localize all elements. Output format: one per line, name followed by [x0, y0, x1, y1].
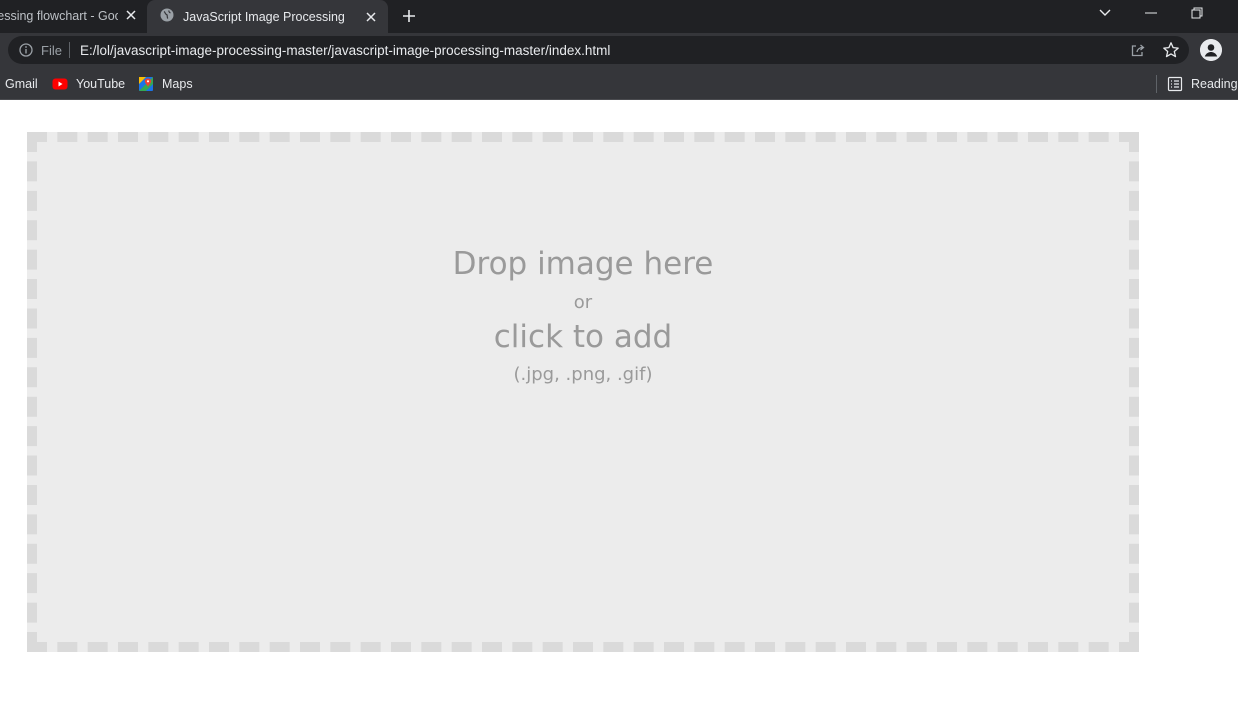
tab-javascript-image-processing[interactable]: JavaScript Image Processing — [147, 0, 388, 33]
reading-list-label: Reading list — [1191, 77, 1238, 91]
reading-list-icon — [1167, 76, 1183, 92]
maps-icon — [138, 76, 154, 92]
bookmark-star-icon[interactable] — [1162, 41, 1180, 59]
scheme-label: File — [41, 43, 62, 58]
bookmarks-divider — [1156, 75, 1157, 93]
image-dropzone[interactable]: Drop image here or click to add (.jpg, .… — [27, 132, 1139, 652]
close-tab-icon[interactable] — [123, 7, 139, 23]
tab-flowchart[interactable]: cessing flowchart - Goo — [0, 0, 147, 31]
new-tab-icon[interactable] — [398, 5, 420, 27]
reading-list-button[interactable]: Reading list — [1167, 74, 1238, 94]
tab-strip: cessing flowchart - Goo JavaScript Image… — [0, 0, 1238, 33]
browser-toolbar: File E:/lol/javascript-image-processing-… — [0, 33, 1238, 68]
drop-instruction: Drop image here — [452, 246, 714, 282]
tab-search-chevron-icon[interactable] — [1094, 2, 1116, 24]
profile-avatar-icon[interactable] — [1200, 39, 1222, 61]
bookmark-label: Maps — [162, 77, 193, 91]
share-icon[interactable] — [1130, 42, 1146, 58]
bookmark-gmail[interactable]: Gmail — [5, 74, 38, 94]
url-text[interactable]: E:/lol/javascript-image-processing-maste… — [80, 43, 610, 58]
bookmark-label: Gmail — [5, 77, 38, 91]
bookmark-maps[interactable]: Maps — [138, 74, 193, 94]
address-bar[interactable]: File E:/lol/javascript-image-processing-… — [8, 36, 1189, 64]
tab-title: cessing flowchart - Goo — [0, 8, 118, 23]
globe-icon — [160, 8, 174, 22]
accepted-formats-text: (.jpg, .png, .gif) — [513, 364, 653, 385]
youtube-icon — [52, 76, 68, 92]
click-to-add-text: click to add — [493, 319, 673, 355]
page-content: Drop image here or click to add (.jpg, .… — [0, 101, 1238, 703]
restore-icon[interactable] — [1186, 2, 1208, 24]
bookmark-youtube[interactable]: YouTube — [52, 74, 125, 94]
bookmark-label: YouTube — [76, 77, 126, 91]
minimize-icon[interactable] — [1140, 2, 1162, 24]
drop-or-text: or — [573, 292, 593, 313]
tab-title: JavaScript Image Processing — [183, 9, 345, 24]
address-divider — [69, 42, 70, 58]
info-icon[interactable] — [19, 43, 33, 57]
close-tab-icon[interactable] — [363, 9, 379, 25]
bookmarks-bar: Gmail YouTube Maps Reading list — [0, 68, 1238, 100]
